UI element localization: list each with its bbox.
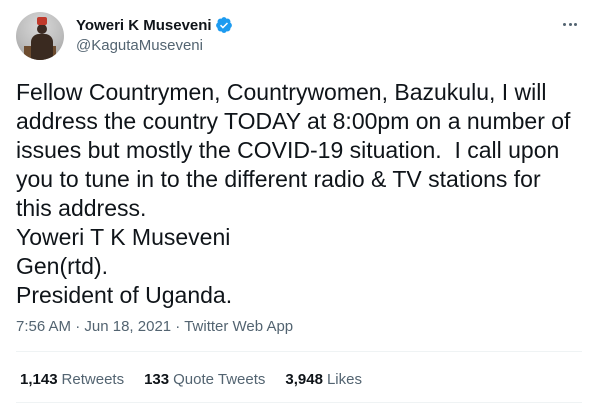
avatar-figure-hat: [37, 17, 47, 25]
tweet-text: Fellow Countrymen, Countrywomen, Bazukul…: [16, 78, 582, 310]
likes-label: Likes: [326, 371, 362, 388]
quote-tweets-stat[interactable]: 133 Quote Tweets: [144, 371, 265, 388]
divider: [16, 351, 582, 352]
tweet-text-line: Fellow Countrymen, Countrywomen, Bazukul…: [16, 79, 547, 105]
more-dot-icon: [563, 22, 567, 26]
tweet-text-line: President of Uganda.: [16, 282, 233, 308]
tweet-text-line: issues but mostly the COVID-19 situation…: [16, 137, 560, 163]
tweet-time: 7:56 AM: [16, 318, 72, 335]
likes-stat[interactable]: 3,948 Likes: [285, 371, 362, 388]
meta-separator: ·: [71, 318, 85, 335]
likes-count: 3,948: [285, 371, 323, 388]
tweet-header: Yoweri K Museveni @KagutaMuseveni: [16, 12, 582, 60]
name-row: Yoweri K Museveni: [76, 15, 233, 35]
tweet-stats: 1,143 Retweets 133 Quote Tweets 3,948 Likes: [20, 371, 362, 388]
tweet-meta: 7:56 AM · Jun 18, 2021 · Twitter Web App: [16, 318, 293, 335]
tweet-text-line: you to tune in to the different radio & …: [16, 166, 541, 192]
retweets-label: Retweets: [61, 371, 125, 388]
author-info: Yoweri K Museveni @KagutaMuseveni: [76, 15, 233, 57]
retweets-count: 1,143: [20, 371, 58, 388]
tweet-text-line: Gen(rtd).: [16, 253, 109, 279]
avatar[interactable]: [16, 12, 64, 60]
tweet-source: Twitter Web App: [184, 318, 294, 335]
tweet-text-line: address the country TODAY at 8:00pm on a…: [16, 108, 571, 134]
tweet-text-line: this address.: [16, 195, 147, 221]
more-dot-icon: [568, 22, 572, 26]
tweet-text-line: Yoweri T K Museveni: [16, 224, 231, 250]
tweet-date-link[interactable]: Jun 18, 2021: [84, 318, 171, 335]
quote-tweets-label: Quote Tweets: [173, 371, 266, 388]
avatar-figure-body: [31, 34, 53, 60]
meta-separator: ·: [171, 318, 185, 335]
more-options-button[interactable]: [560, 14, 580, 34]
retweets-stat[interactable]: 1,143 Retweets: [20, 371, 124, 388]
more-dot-icon: [573, 22, 577, 26]
tweet-date: Jun 18, 2021: [84, 318, 172, 335]
divider: [16, 402, 582, 403]
avatar-figure-head: [37, 24, 47, 34]
author-handle[interactable]: @KagutaMuseveni: [76, 37, 233, 57]
author-display-name[interactable]: Yoweri K Museveni: [76, 17, 212, 34]
tweet-time-link[interactable]: 7:56 AM: [16, 318, 71, 335]
tweet-source-link[interactable]: Twitter Web App: [184, 318, 293, 335]
quote-tweets-count: 133: [144, 371, 170, 388]
verified-badge-icon: [215, 17, 232, 33]
